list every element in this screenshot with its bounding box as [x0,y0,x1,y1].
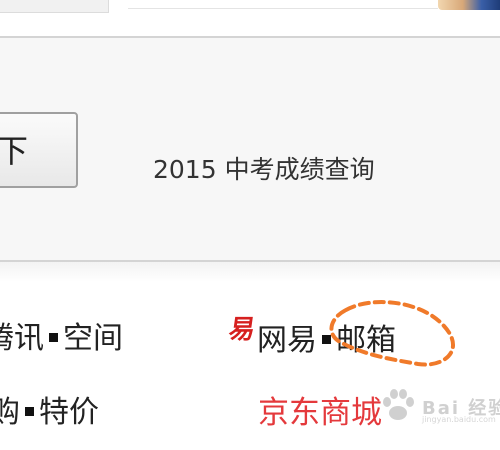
baidu-jingyan-watermark: Bai 经验 jingyan.baidu.com [378,386,500,430]
link-row-1: 腾讯空间 [0,313,123,357]
paw-icon [383,389,414,420]
jd-mall-link[interactable]: 京东商城 [258,387,382,432]
search-button[interactable]: 下 [0,112,78,188]
top-left-panel [0,0,109,13]
panel-divider [0,262,500,282]
separator [25,407,34,416]
link-qzone[interactable]: 空间 [63,321,123,356]
screenshot-page: 下 2015 中考成绩查询 腾讯空间 易网易邮箱 购特价 京东商城 Bai 经验… [0,0,500,450]
separator [322,335,331,344]
top-strip [0,0,500,36]
watermark-url: jingyan.baidu.com [422,415,496,424]
mail-label[interactable]: 邮箱 [336,323,396,358]
search-panel: 下 2015 中考成绩查询 [0,36,500,262]
link-tencent[interactable]: 腾讯 [0,321,44,356]
exam-score-query-link[interactable]: 2015 中考成绩查询 [153,150,375,186]
top-thumbnail-image[interactable] [438,0,500,10]
netease-logo-icon: 易 [226,315,258,345]
link-deals[interactable]: 特价 [39,395,99,430]
link-shopping[interactable]: 购 [0,395,20,430]
top-banner [128,0,438,9]
netease-label[interactable]: 网易 [257,323,317,358]
link-row-2: 购特价 [0,387,99,431]
separator [49,333,58,342]
netease-mail-link[interactable]: 易网易 邮箱 [226,315,396,359]
